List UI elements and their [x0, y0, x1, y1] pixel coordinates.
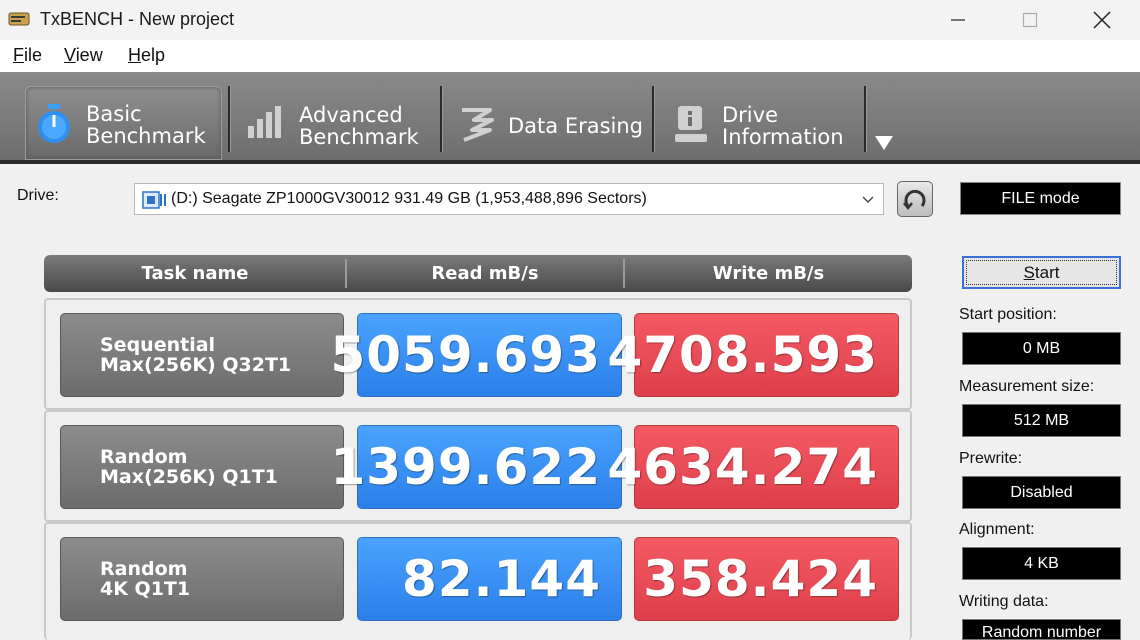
prewrite-field[interactable]: Disabled [962, 476, 1121, 509]
column-header-task-name: Task name [141, 263, 249, 284]
tab-separator [652, 86, 655, 152]
tab-separator [440, 86, 443, 152]
measurement-size-field[interactable]: 512 MB [962, 404, 1121, 437]
menu-view[interactable]: View [64, 45, 103, 66]
drive-icon [142, 191, 166, 209]
drive-label: Drive: [17, 187, 59, 204]
write-result: 4708.593 [607, 313, 899, 397]
table-row: Sequential Max(256K) Q32T1 5059.693 4708.… [44, 298, 912, 410]
tab-basic-benchmark-label: Basic Benchmark [86, 102, 206, 148]
mode-indicator: FILE mode [960, 182, 1121, 215]
tab-data-erasing-label: Data Erasing [508, 114, 644, 138]
column-header-read: Read mB/s [431, 263, 539, 284]
column-header-write: Write mB/s [712, 263, 825, 284]
task-name-button[interactable]: Random Max(256K) Q1T1 [60, 425, 344, 509]
tab-advanced-benchmark[interactable]: Advanced Benchmark [244, 88, 434, 158]
task-name-label: Random Max(256K) Q1T1 [100, 446, 278, 488]
start-accel: S [1023, 262, 1035, 282]
task-name-label: Sequential Max(256K) Q32T1 [100, 334, 292, 376]
menu-file[interactable]: File [13, 45, 42, 66]
tab-drive-information[interactable]: Drive Information [672, 88, 862, 158]
alignment-field[interactable]: 4 KB [962, 547, 1121, 580]
menu-file-label: ile [24, 45, 43, 65]
write-result: 358.424 [634, 537, 899, 621]
refresh-drive-button[interactable] [897, 181, 933, 217]
tab-overflow-dropdown[interactable] [875, 136, 893, 150]
drive-select[interactable]: (D:) Seagate ZP1000GV30012 931.49 GB (1,… [134, 183, 884, 215]
writing-data-field[interactable]: Random number [962, 619, 1121, 640]
read-result: 5059.693 [330, 313, 622, 397]
start-position-label: Start position: [959, 306, 1057, 323]
minimize-icon [951, 19, 965, 21]
table-row: Random 4K Q1T1 82.144 358.424 [44, 522, 912, 640]
table-row: Random Max(256K) Q1T1 1399.622 4634.274 [44, 410, 912, 522]
drive-select-value: (D:) Seagate ZP1000GV30012 931.49 GB (1,… [171, 190, 647, 207]
stopwatch-icon [38, 104, 70, 143]
drive-info-icon [675, 106, 707, 142]
close-icon [1093, 11, 1111, 29]
alignment-label: Alignment: [959, 521, 1035, 538]
minimize-button[interactable] [922, 0, 994, 40]
task-name-button[interactable]: Random 4K Q1T1 [60, 537, 344, 621]
results-table-header: Task name Read mB/s Write mB/s [44, 255, 912, 292]
measurement-size-label: Measurement size: [959, 378, 1095, 395]
bar-chart-icon [248, 106, 281, 138]
writing-data-label: Writing data: [959, 593, 1049, 610]
prewrite-label: Prewrite: [959, 450, 1023, 467]
read-result: 82.144 [357, 537, 622, 621]
menu-help[interactable]: Help [128, 45, 165, 66]
write-result: 4634.274 [607, 425, 899, 509]
tab-basic-benchmark[interactable]: Basic Benchmark [25, 86, 222, 160]
window-title: TxBENCH - New project [40, 9, 235, 29]
tab-drive-information-label: Drive Information [722, 103, 844, 149]
menu-bar: File View Help [0, 40, 1140, 72]
read-result: 1399.622 [330, 425, 622, 509]
menu-view-accel: V [64, 45, 76, 65]
maximize-button[interactable] [994, 0, 1066, 40]
hard-drive-icon [8, 12, 30, 26]
tab-data-erasing[interactable]: Data Erasing [458, 88, 648, 158]
title-bar: TxBENCH - New project [0, 0, 1140, 40]
start-position-field[interactable]: 0 MB [962, 332, 1121, 365]
tab-advanced-benchmark-label: Advanced Benchmark [299, 103, 419, 149]
start-label: tart [1034, 262, 1060, 282]
chevron-down-icon [862, 196, 874, 203]
menu-help-label: elp [141, 45, 166, 65]
refresh-icon [903, 189, 926, 211]
maximize-icon [1022, 12, 1038, 28]
start-button[interactable]: Start [962, 256, 1121, 289]
close-button[interactable] [1066, 0, 1138, 40]
menu-file-accel: F [13, 45, 24, 65]
menu-view-label: iew [75, 45, 103, 65]
mode-toolbar: Basic Benchmark Advanced Benchmark Data Er… [0, 72, 1140, 164]
tab-separator [864, 86, 867, 152]
task-name-label: Random 4K Q1T1 [100, 558, 191, 600]
menu-help-accel: H [128, 45, 141, 65]
task-name-button[interactable]: Sequential Max(256K) Q32T1 [60, 313, 344, 397]
eraser-icon [462, 108, 494, 142]
tab-separator [228, 86, 231, 152]
